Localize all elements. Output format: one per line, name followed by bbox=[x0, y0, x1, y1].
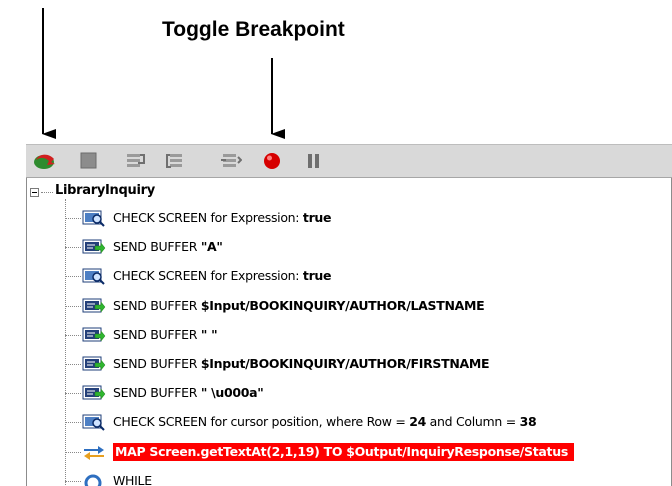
script-tree: LibraryInquiry CHECK SCREEN for Expressi… bbox=[26, 178, 672, 486]
send-buffer-icon bbox=[82, 297, 106, 315]
send-buffer-icon bbox=[82, 238, 106, 256]
tree-item-value: "A" bbox=[200, 239, 223, 255]
tree-item-label: CHECK SCREEN for cursor position, where … bbox=[113, 414, 537, 430]
tree-item-value: $Input/BOOKINQUIRY/AUTHOR/FIRSTNAME bbox=[200, 356, 490, 371]
debug-toolbar bbox=[26, 144, 672, 178]
tree-item-label: CHECK SCREEN for Expression: true bbox=[113, 210, 332, 225]
step-out-icon[interactable] bbox=[220, 151, 243, 171]
tree-item-label: SEND BUFFER "A" bbox=[113, 239, 223, 255]
check-screen-icon bbox=[82, 413, 106, 432]
check-screen-icon bbox=[82, 267, 106, 286]
tree-item-value: true bbox=[302, 268, 332, 284]
tree-item-label: SEND BUFFER $Input/BOOKINQUIRY/AUTHOR/LA… bbox=[113, 297, 485, 313]
tree-root-label[interactable]: LibraryInquiry bbox=[55, 183, 155, 198]
tree-item-label: CHECK SCREEN for Expression: true bbox=[113, 268, 332, 284]
tree-item-value: 24 bbox=[409, 414, 426, 430]
send-buffer-icon bbox=[82, 384, 106, 402]
check-screen-icon bbox=[82, 209, 106, 227]
while-icon bbox=[82, 472, 106, 486]
tree-item-value: true bbox=[302, 210, 332, 225]
tree-item-label: SEND BUFFER " " bbox=[113, 326, 218, 342]
step-into-icon[interactable] bbox=[124, 151, 145, 171]
tree-item-value: $Input/BOOKINQUIRY/AUTHOR/LASTNAME bbox=[200, 297, 485, 313]
tree-item-value: 38 bbox=[519, 414, 537, 430]
tree-item-label: SEND BUFFER $Input/BOOKINQUIRY/AUTHOR/FI… bbox=[113, 356, 490, 371]
toggle-breakpoint-icon[interactable] bbox=[262, 151, 282, 171]
send-buffer-icon bbox=[82, 355, 106, 373]
tree-item-label: MAP Screen.getTextAt(2,1,19) TO $Output/… bbox=[113, 442, 574, 461]
tree-item-value: " " bbox=[200, 326, 218, 342]
step-over-icon[interactable] bbox=[165, 151, 185, 171]
tree-item-label: WHILE bbox=[113, 472, 152, 486]
run-icon[interactable] bbox=[33, 151, 55, 171]
pause-icon[interactable] bbox=[304, 151, 324, 171]
stop-icon[interactable] bbox=[79, 151, 99, 171]
collapse-icon[interactable] bbox=[30, 188, 39, 197]
map-icon bbox=[82, 443, 106, 461]
send-buffer-icon bbox=[82, 326, 106, 344]
tree-item-label: SEND BUFFER " \u000a" bbox=[113, 385, 264, 401]
tree-item-value: " \u000a" bbox=[200, 385, 264, 401]
